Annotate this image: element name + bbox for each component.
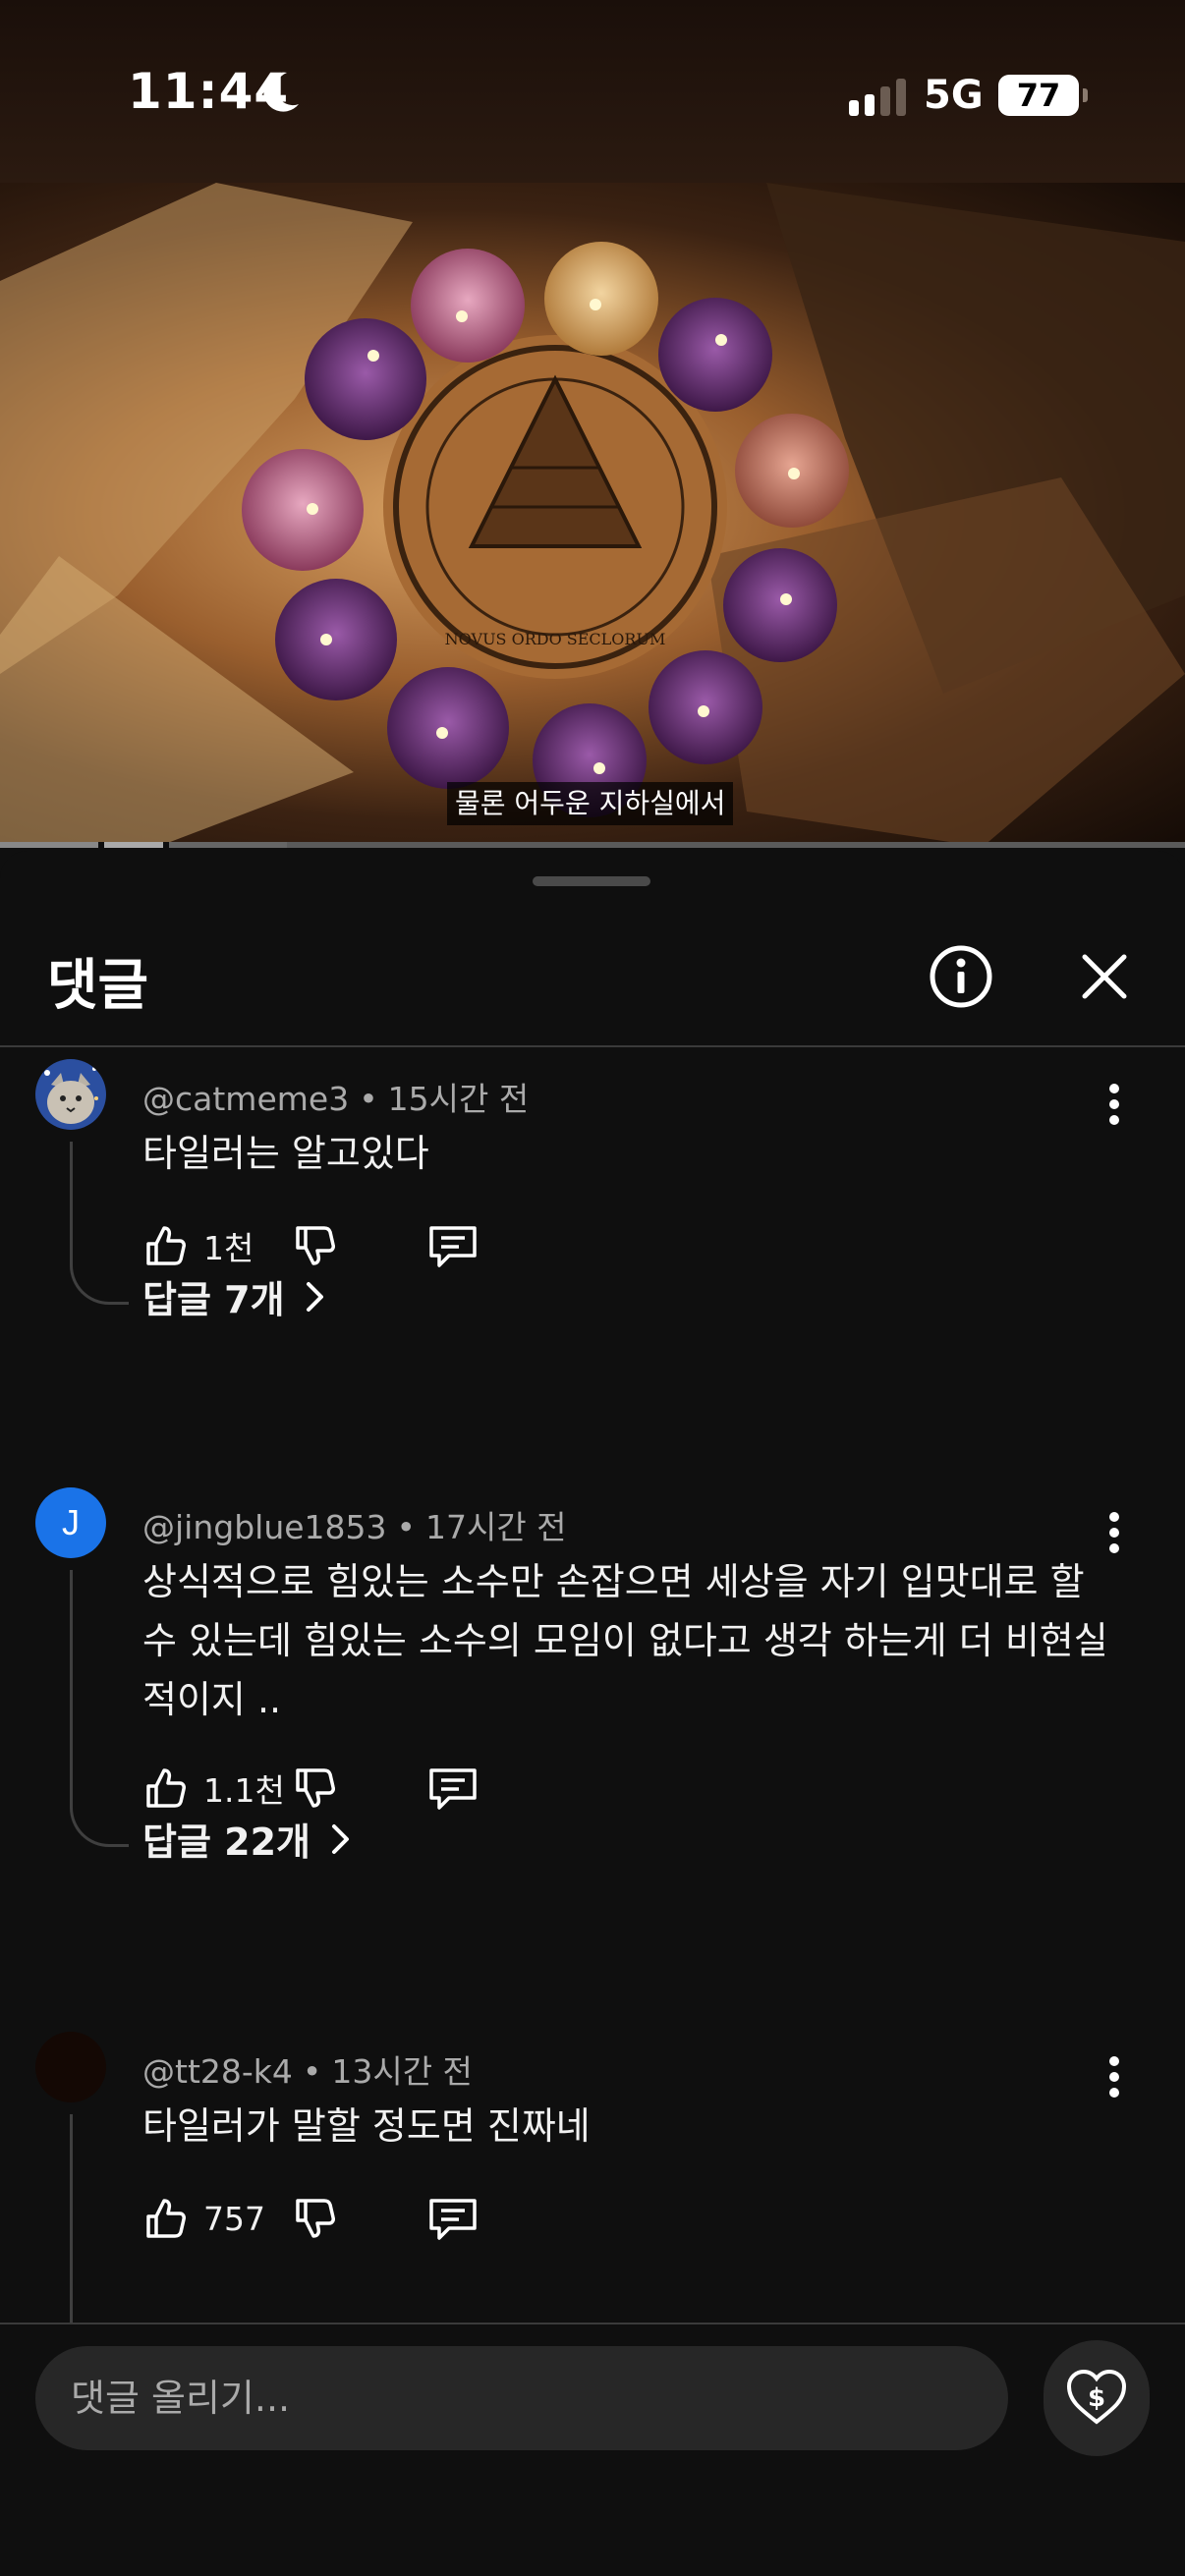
header-divider xyxy=(0,1045,1185,1047)
comment-item: @catmeme3 • 15시간 전 타일러는 알고있다 1천 답글 7개 xyxy=(0,1059,1185,1321)
chevron-right-icon xyxy=(306,1281,323,1312)
comment-meta: @tt28-k4 • 13시간 전 xyxy=(142,2052,473,2091)
thread-line xyxy=(70,1570,73,1802)
thread-curve xyxy=(70,1788,129,1847)
replies-label: 답글 7개 xyxy=(142,1278,285,1321)
info-icon[interactable] xyxy=(928,943,994,1010)
video-frame: NOVUS ORDO SECLORUM xyxy=(0,183,1185,847)
svg-text:$: $ xyxy=(1088,2383,1105,2413)
thanks-button[interactable]: $ xyxy=(1044,2340,1150,2456)
thread-line xyxy=(70,2114,73,2324)
like-count: 757 xyxy=(203,2199,265,2238)
moon-icon xyxy=(263,72,299,112)
comment-meta: @catmeme3 • 15시간 전 xyxy=(142,1080,530,1118)
avatar-letter: J xyxy=(62,1502,80,1542)
cat-avatar-icon xyxy=(35,1059,106,1130)
video-player[interactable]: NOVUS ORDO SECLORUM 물론 어두운 지하실에서 xyxy=(0,183,1185,847)
like-icon xyxy=(146,2199,186,2238)
like-button[interactable]: 757 xyxy=(142,2195,292,2242)
drag-handle[interactable] xyxy=(533,876,650,886)
like-count: 1천 xyxy=(203,1229,254,1267)
like-button[interactable]: 1.1천 xyxy=(142,1764,292,1812)
avatar[interactable] xyxy=(35,2032,106,2102)
dislike-icon[interactable] xyxy=(292,2195,339,2242)
comment-text: 타일러는 알고있다 xyxy=(142,1132,429,1175)
avatar[interactable]: J xyxy=(35,1487,106,1558)
comment-actions: 757 xyxy=(142,2189,479,2248)
comment-text: 상식적으로 힘있는 소수만 손잡으면 세상을 자기 입맛대로 할수 있는데 힘있… xyxy=(142,1560,1108,1721)
composer-divider xyxy=(0,2323,1185,2324)
thread-line xyxy=(70,1142,73,1260)
like-icon xyxy=(146,1768,186,1808)
replies-label: 답글 22개 xyxy=(142,1820,310,1864)
video-progress-bar[interactable] xyxy=(0,842,1185,848)
video-caption: 물론 어두운 지하실에서 xyxy=(447,782,734,825)
reply-icon[interactable] xyxy=(427,1222,479,1269)
comment-item: J @jingblue1853 • 17시간 전 상식적으로 힘있는 소수만 손잡으… xyxy=(0,1487,1185,1864)
comment-item: @tt28-k4 • 13시간 전 타일러가 말할 정도면 진짜네 757 xyxy=(0,2032,1185,2326)
close-icon[interactable] xyxy=(1071,943,1138,1010)
view-replies-button[interactable]: 답글 7개 xyxy=(142,1269,326,1323)
network-label: 5G xyxy=(924,73,984,118)
seal-text: NOVUS ORDO SECLORUM xyxy=(445,630,666,648)
comments-sheet: 댓글 @catmeme3 • 15시간 전 타일러는 알고있다 1천 답글 7개… xyxy=(0,851,1185,2576)
battery-icon: 77 xyxy=(998,75,1088,116)
like-icon xyxy=(146,1226,186,1265)
dislike-icon[interactable] xyxy=(292,1222,339,1269)
comment-time: 15시간 전 xyxy=(387,1080,530,1118)
thanks-icon: $ xyxy=(1066,2369,1127,2425)
avatar[interactable] xyxy=(35,1059,106,1130)
comment-time: 13시간 전 xyxy=(331,2052,473,2091)
signal-icon xyxy=(849,79,906,116)
comment-actions: 1천 xyxy=(142,1216,479,1275)
view-replies-button[interactable]: 답글 22개 xyxy=(142,1812,352,1866)
dislike-icon[interactable] xyxy=(292,1764,339,1812)
thread-curve xyxy=(70,1246,129,1305)
comment-author[interactable]: @tt28-k4 xyxy=(142,2052,293,2091)
comment-time: 17시간 전 xyxy=(424,1508,567,1546)
chevron-right-icon xyxy=(332,1823,349,1854)
sheet-title: 댓글 xyxy=(47,954,149,1018)
reply-icon[interactable] xyxy=(427,2195,479,2242)
comment-text: 타일러가 말할 정도면 진짜네 xyxy=(142,2104,591,2148)
like-count: 1.1천 xyxy=(203,1771,285,1810)
comment-meta: @jingblue1853 • 17시간 전 xyxy=(142,1508,567,1546)
status-bar: 11:44 5G 77 xyxy=(0,0,1185,183)
comment-author[interactable]: @catmeme3 xyxy=(142,1080,349,1118)
comment-input[interactable]: 댓글 올리기... xyxy=(35,2346,1008,2450)
like-button[interactable]: 1천 xyxy=(142,1222,292,1269)
comment-actions: 1.1천 xyxy=(142,1759,479,1818)
reply-icon[interactable] xyxy=(427,1764,479,1812)
comment-author[interactable]: @jingblue1853 xyxy=(142,1508,387,1546)
